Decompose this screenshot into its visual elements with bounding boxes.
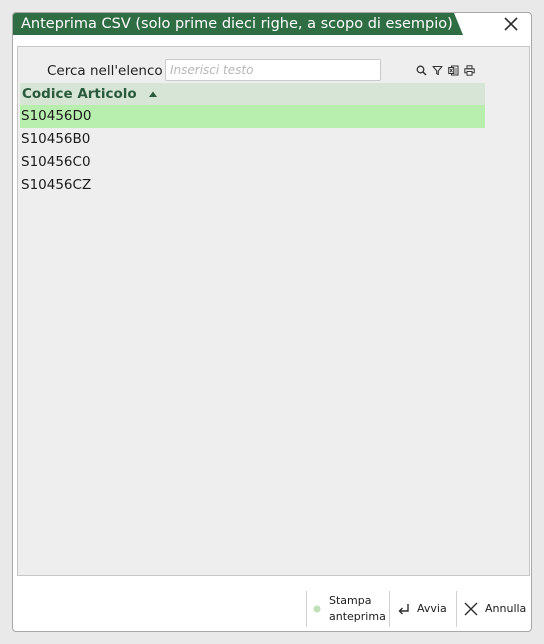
- stampa-anteprima-button[interactable]: Stampa anteprima: [312, 593, 386, 625]
- footer-divider: [389, 591, 390, 627]
- sort-ascending-icon: [148, 91, 157, 97]
- search-label: Cerca nell'elenco: [47, 63, 163, 79]
- table-row[interactable]: S10456C0: [20, 151, 485, 174]
- filter-icon: [432, 65, 443, 75]
- cell-codice-articolo: S10456CZ: [21, 177, 92, 193]
- preview-grid: Codice Articolo S10456D0 S10456B0 S10456…: [20, 83, 485, 197]
- cell-codice-articolo: S10456D0: [21, 108, 92, 124]
- avvia-button[interactable]: Avvia: [397, 599, 447, 619]
- annulla-label: Annulla: [485, 602, 527, 615]
- excel-export-icon: [448, 65, 459, 75]
- close-x-icon: [504, 17, 518, 31]
- search-icon: [416, 65, 427, 76]
- print-preview-dot-icon: [313, 605, 321, 613]
- avvia-label: Avvia: [417, 602, 447, 615]
- close-button[interactable]: [497, 13, 525, 35]
- table-row[interactable]: S10456CZ: [20, 174, 485, 197]
- enter-return-icon: [398, 604, 409, 615]
- csv-preview-window: Anteprima CSV (solo prime dieci righe, a…: [12, 12, 532, 632]
- stampa-label: Stampa: [329, 594, 372, 607]
- list-panel: Cerca nell'elenco Inserisci testo Codice…: [17, 46, 530, 576]
- table-row[interactable]: S10456D0: [20, 105, 485, 128]
- title-bar: Anteprima CSV (solo prime dieci righe, a…: [13, 13, 531, 35]
- search-tool-button[interactable]: [415, 63, 428, 77]
- annulla-button[interactable]: Annulla: [463, 599, 526, 619]
- footer-bar: Stampa anteprima Avvia Annulla: [13, 585, 531, 631]
- window-title: Anteprima CSV (solo prime dieci righe, a…: [21, 16, 453, 32]
- excel-export-tool-button[interactable]: [447, 63, 460, 77]
- table-row[interactable]: S10456B0: [20, 128, 485, 151]
- search-input[interactable]: [165, 59, 381, 81]
- column-header-label: Codice Articolo: [22, 86, 137, 102]
- filter-tool-button[interactable]: [431, 63, 444, 77]
- column-header-codice-articolo[interactable]: Codice Articolo: [20, 83, 485, 105]
- footer-divider: [456, 591, 457, 627]
- cell-codice-articolo: S10456B0: [21, 131, 91, 147]
- cell-codice-articolo: S10456C0: [21, 154, 91, 170]
- list-toolbar: [415, 63, 476, 77]
- print-tool-button[interactable]: [463, 63, 476, 77]
- print-icon: [464, 64, 475, 76]
- anteprima-label: anteprima: [329, 610, 386, 623]
- cancel-x-icon: [464, 602, 478, 616]
- footer-divider: [306, 591, 307, 627]
